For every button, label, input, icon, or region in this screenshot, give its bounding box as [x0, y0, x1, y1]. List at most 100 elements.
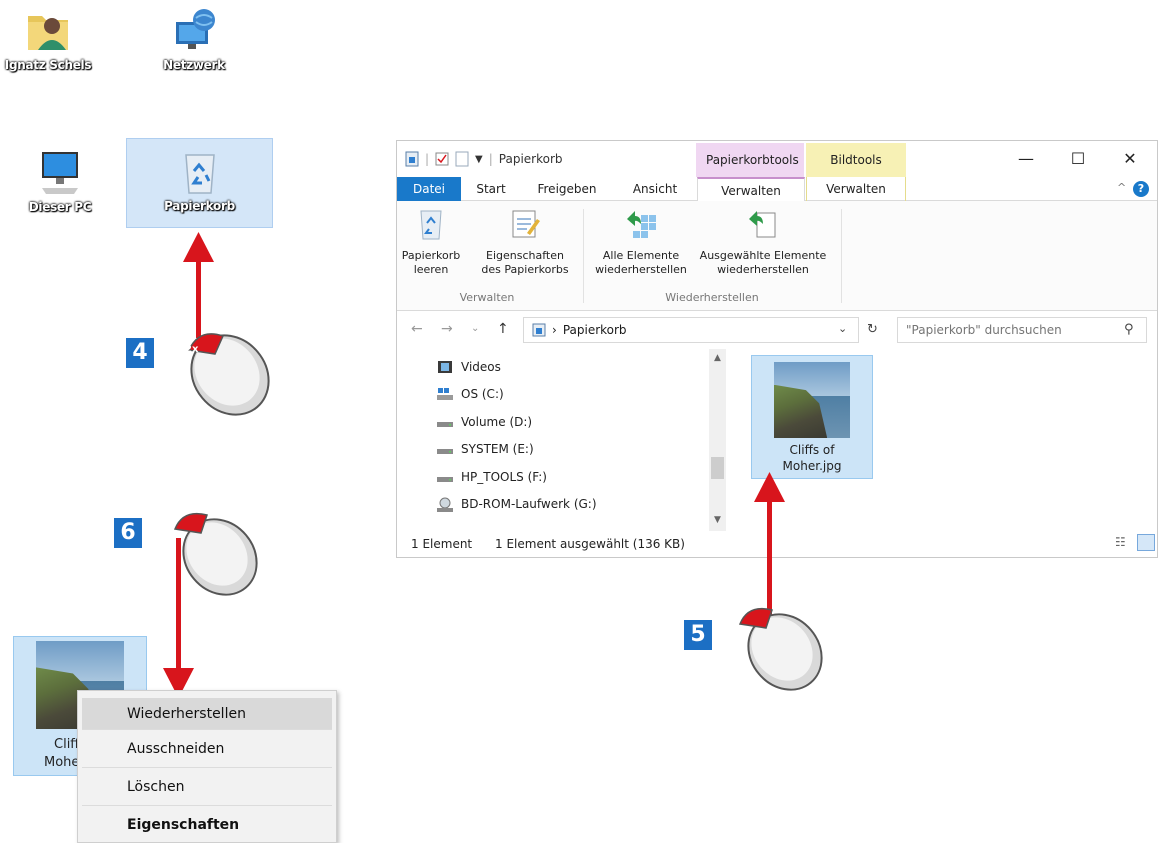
search-input[interactable] [898, 318, 1118, 342]
desktop-icon-label: Netzwerk [163, 58, 225, 72]
ribbon-tabs: Datei Start Freigeben Ansicht Verwalten … [397, 177, 1157, 202]
recycle-bin-small-icon[interactable] [405, 151, 419, 167]
empty-recycle-bin-button[interactable]: Papierkorb leeren [401, 207, 461, 277]
step-badge-5: 5 [684, 620, 712, 650]
mouse-icon-step-5 [738, 607, 823, 691]
context-menu: Wiederherstellen Ausschneiden Löschen Ei… [77, 690, 337, 843]
restore-all-button[interactable]: Alle Elemente wiederherstellen [589, 207, 693, 277]
maximize-button[interactable]: ☐ [1063, 147, 1093, 171]
drive-icon [437, 415, 453, 429]
menu-item-delete[interactable]: Löschen [82, 768, 332, 806]
tree-item-volume-d[interactable]: Volume (D:) [437, 408, 707, 436]
restore-all-icon [625, 207, 657, 241]
content-area: Videos OS (C:) Volume (D:) SYSTEM (E:) H… [397, 349, 1157, 531]
tab-manage-recycle[interactable]: Verwalten [697, 177, 805, 202]
image-thumbnail [774, 362, 850, 438]
desktop-icon-recycle-bin[interactable]: Papierkorb [126, 138, 273, 228]
desktop-icon-this-pc[interactable]: Dieser PC [12, 148, 108, 214]
file-item-cliffs-of-moher[interactable]: Cliffs of Moher.jpg [751, 355, 873, 479]
optical-drive-icon [437, 497, 453, 513]
restore-selected-icon [747, 207, 779, 241]
computer-icon [36, 148, 84, 196]
search-field[interactable]: ⚲ [897, 317, 1147, 343]
recycle-bin-icon [415, 207, 447, 241]
address-dropdown-icon[interactable]: ⌄ [838, 322, 847, 335]
network-icon [170, 6, 218, 54]
breadcrumb-chevron-icon[interactable]: › [552, 323, 557, 337]
search-icon[interactable]: ⚲ [1124, 322, 1134, 337]
context-tab-image-tools: Bildtools [806, 143, 906, 177]
desktop-icon-label: Ignatz Schels [4, 58, 92, 72]
status-bar: 1 Element 1 Element ausgewählt (136 KB) … [397, 531, 1157, 557]
recycle-bin-properties-button[interactable]: Eigenschaften des Papierkorbs [475, 207, 575, 277]
tab-share[interactable]: Freigeben [529, 177, 605, 201]
mouse-icon-step-4: 2x [185, 333, 270, 416]
desktop-icon-network[interactable]: Netzwerk [146, 6, 242, 72]
recycle-bin-small-icon [532, 323, 546, 337]
ribbon-group-manage: Verwalten [459, 291, 515, 304]
large-icons-view-icon[interactable] [1137, 534, 1155, 551]
step-badge-6: 6 [114, 518, 142, 548]
back-arrow-icon[interactable]: ← [411, 321, 423, 337]
up-arrow-icon[interactable]: ↑ [497, 321, 509, 337]
address-field[interactable]: › Papierkorb ⌄ [523, 317, 859, 343]
desktop-icon-label: Papierkorb [164, 199, 235, 213]
recycle-bin-icon [176, 147, 224, 195]
videos-icon [437, 360, 453, 374]
navigation-scrollbar[interactable]: ▲ ▼ [709, 349, 726, 531]
menu-item-restore[interactable]: Wiederherstellen [82, 698, 332, 730]
window-title: Papierkorb [498, 152, 563, 166]
status-item-count: 1 Element [411, 537, 473, 551]
properties-icon [509, 207, 541, 241]
file-name: Cliffs of Moher.jpg [782, 443, 842, 473]
breadcrumb-path[interactable]: Papierkorb [563, 323, 627, 337]
restore-selected-button[interactable]: Ausgewählte Elemente wiederherstellen [693, 207, 833, 277]
tab-manage-image[interactable]: Verwalten [806, 177, 906, 201]
navigation-pane: Videos OS (C:) Volume (D:) SYSTEM (E:) H… [437, 353, 707, 518]
step-badge-4: 4 [126, 338, 154, 368]
arrow-head-icon [183, 232, 214, 262]
scrollbar-thumb[interactable] [711, 457, 724, 479]
desktop-icon-label: Dieser PC [28, 200, 92, 214]
arrow-head-icon [754, 472, 785, 502]
address-bar-row: ← → ⌄ ↑ › Papierkorb ⌄ ↻ ⚲ [397, 311, 1157, 349]
context-tab-recycle-tools: Papierkorbtools [696, 143, 804, 177]
customize-dropdown-icon[interactable]: ▼ [475, 154, 483, 165]
title-bar: | ▼ | Papierkorb Papierkorbtools Bildtoo… [397, 141, 1157, 177]
refresh-icon[interactable]: ↻ [867, 322, 878, 337]
tree-item-videos[interactable]: Videos [437, 353, 707, 381]
scroll-up-icon[interactable]: ▲ [709, 353, 726, 363]
quick-access-toolbar: | ▼ | Papierkorb [405, 151, 563, 167]
tab-view[interactable]: Ansicht [621, 177, 689, 201]
arrow-down-6 [176, 538, 181, 668]
properties-check-icon[interactable] [435, 152, 449, 166]
tree-item-bd-rom-g[interactable]: BD-ROM-Laufwerk (G:) [437, 491, 707, 519]
drive-icon [437, 470, 453, 484]
windows-drive-icon [437, 387, 453, 401]
double-click-label: 2x [185, 344, 199, 355]
desktop-icon-user[interactable]: Ignatz Schels [0, 6, 96, 72]
ribbon-separator [583, 209, 584, 303]
forward-arrow-icon[interactable]: → [441, 321, 453, 337]
ribbon-separator [841, 209, 842, 303]
tree-item-os-c[interactable]: OS (C:) [437, 381, 707, 409]
menu-item-cut[interactable]: Ausschneiden [82, 730, 332, 768]
new-folder-icon[interactable] [455, 151, 469, 167]
minimize-button[interactable]: — [1011, 147, 1041, 171]
drive-icon [437, 442, 453, 456]
scroll-down-icon[interactable]: ▼ [709, 515, 726, 525]
recent-dropdown-icon[interactable]: ⌄ [471, 323, 479, 334]
tab-start[interactable]: Start [465, 177, 517, 201]
close-button[interactable]: ✕ [1115, 147, 1145, 171]
tree-item-system-e[interactable]: SYSTEM (E:) [437, 436, 707, 464]
tab-file[interactable]: Datei [397, 177, 461, 201]
ribbon-group-restore: Wiederherstellen [665, 291, 759, 304]
user-folder-icon [24, 6, 72, 54]
help-icon[interactable]: ? [1133, 181, 1149, 197]
status-selection: 1 Element ausgewählt (136 KB) [495, 537, 685, 551]
details-view-icon[interactable]: ☷ [1115, 535, 1126, 549]
tree-item-hp-tools-f[interactable]: HP_TOOLS (F:) [437, 463, 707, 491]
collapse-ribbon-icon[interactable]: ^ [1117, 181, 1126, 194]
ribbon: Papierkorb leeren Eigenschaften des Papi… [397, 201, 1157, 311]
menu-item-properties[interactable]: Eigenschaften [82, 806, 332, 843]
